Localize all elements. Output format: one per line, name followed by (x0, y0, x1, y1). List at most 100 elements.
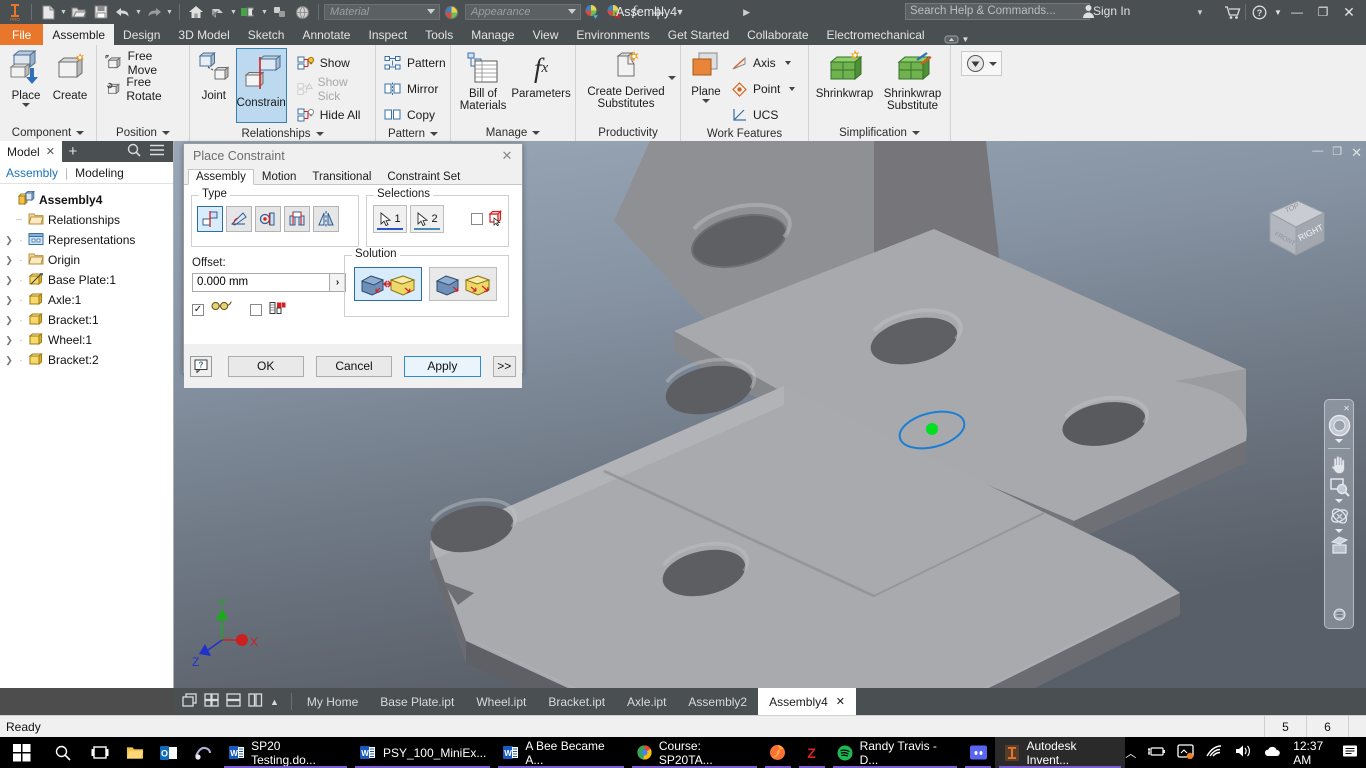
doc-tab-my-home[interactable]: My Home (296, 688, 369, 715)
tangent-constraint-button[interactable] (255, 206, 281, 232)
file-explorer-icon[interactable] (118, 737, 152, 768)
browser-subtab-assembly[interactable]: Assembly (6, 166, 58, 180)
add-qat-icon[interactable]: ＋ (647, 1, 669, 23)
hamburger-menu-icon[interactable] (150, 144, 164, 159)
insert-constraint-button[interactable] (284, 206, 310, 232)
tree-item-relationships[interactable]: ┈ Relationships (0, 210, 173, 230)
tree-expander[interactable]: ❯ (4, 255, 14, 266)
tab-view[interactable]: View (524, 24, 568, 45)
tab-file[interactable]: File (0, 24, 44, 45)
dialog-title-bar[interactable]: Place Constraint ✕ (184, 144, 522, 168)
tab-manage[interactable]: Manage (462, 24, 523, 45)
tree-expander[interactable]: ❯ (4, 235, 14, 246)
dialog-tab-assembly[interactable]: Assembly (188, 169, 254, 185)
place-component-button[interactable]: Place (4, 48, 48, 107)
tab-assemble[interactable]: Assemble (43, 24, 115, 45)
mate-constraint-button[interactable] (197, 206, 223, 232)
undo-dropdown-caret[interactable]: ▼ (134, 1, 143, 23)
qat-overflow-icon[interactable]: ▼ (669, 1, 691, 23)
new-dropdown-caret[interactable]: ▼ (59, 1, 68, 23)
return-dropdown-caret[interactable]: ▼ (229, 1, 238, 23)
panel-label-simplification[interactable]: Simplification (809, 125, 950, 141)
navbar-options-icon[interactable] (1333, 608, 1346, 624)
taskbar-app-spotify[interactable]: Randy Travis - D... (829, 737, 962, 768)
chevron-down-icon[interactable] (702, 99, 710, 103)
expand-up-icon[interactable]: ▲ (270, 697, 279, 707)
tab-sketch[interactable]: Sketch (239, 24, 294, 45)
tile-vertical-icon[interactable] (248, 693, 263, 710)
place-constraint-dialog[interactable]: Place Constraint ✕ Assembly Motion Trans… (183, 143, 523, 388)
pan-hand-icon[interactable] (1326, 453, 1352, 475)
tab-electromechanical[interactable]: Electromechanical (818, 24, 934, 45)
free-rotate-button[interactable]: Free Rotate (101, 75, 185, 103)
joint-button[interactable]: Joint (194, 48, 234, 102)
onenote-icon[interactable] (186, 737, 220, 768)
show-preview-checkbox[interactable]: ✓ (192, 303, 204, 316)
shrinkwrap-button[interactable]: Shrinkwrap (813, 48, 876, 100)
tree-expander[interactable]: ❯ (4, 355, 14, 366)
notification-icon[interactable] (1342, 744, 1358, 762)
doc-tab-assembly4[interactable]: Assembly4 ✕ (758, 688, 856, 715)
clock-time[interactable]: 12:37 AM (1293, 739, 1331, 767)
tile-grid-icon[interactable] (204, 693, 219, 710)
orbit-icon[interactable] (1326, 505, 1352, 527)
panel-label-productivity[interactable]: Productivity (576, 125, 680, 141)
chevron-down-icon[interactable] (668, 76, 676, 80)
tree-item-assembly4[interactable]: Assembly4 (0, 190, 173, 210)
redo-icon[interactable] (143, 1, 165, 23)
tab-tools[interactable]: Tools (416, 24, 462, 45)
taskbar-app-psy-100[interactable]: W PSY_100_MiniEx... (351, 737, 494, 768)
point-button[interactable]: Point (727, 77, 799, 101)
mirror-button[interactable]: Mirror (380, 77, 450, 101)
parameters-button[interactable]: fx Parameters (511, 48, 571, 101)
chevron-down-icon[interactable] (1335, 499, 1343, 503)
clear-appearance-icon[interactable] (603, 1, 625, 23)
doc-close-button[interactable]: ✕ (1351, 145, 1362, 161)
adjust-appearance-icon[interactable] (581, 1, 603, 23)
select-icon[interactable] (269, 1, 291, 23)
minimize-button[interactable]: — (1284, 0, 1310, 24)
redo-dropdown-caret[interactable]: ▼ (165, 1, 174, 23)
undo-icon[interactable] (112, 1, 134, 23)
return-icon[interactable] (207, 1, 229, 23)
ribbon-display-options[interactable]: ▼ (944, 34, 969, 45)
look-at-icon[interactable] (1326, 535, 1352, 556)
free-move-button[interactable]: Free Move (101, 49, 185, 77)
doc-tab-assembly2[interactable]: Assembly2 (677, 688, 758, 715)
bill-of-materials-button[interactable]: Bill of Materials (455, 48, 511, 112)
constrain-button[interactable]: Constrain (235, 48, 287, 123)
material-combo[interactable]: Material (324, 4, 440, 20)
symmetry-constraint-button[interactable] (313, 206, 339, 232)
doc-tab-wheel[interactable]: Wheel.ipt (465, 688, 537, 715)
create-component-button[interactable]: Create (48, 48, 92, 102)
selection-1-button[interactable]: 1 (373, 205, 407, 233)
update-dropdown-caret[interactable]: ▼ (260, 1, 269, 23)
selection-2-button[interactable]: 2 (410, 205, 444, 233)
cart-icon[interactable] (1219, 0, 1245, 24)
display-icon[interactable] (1177, 743, 1194, 762)
show-relationships-button[interactable]: Show (293, 51, 371, 75)
browser-tab-model[interactable]: Model ✕ (0, 141, 62, 162)
tab-get-started[interactable]: Get Started (659, 24, 738, 45)
tree-item-origin[interactable]: ❯ · Origin (0, 250, 173, 270)
chevron-down-icon[interactable] (789, 87, 796, 91)
zoom-window-icon[interactable] (1326, 476, 1352, 497)
pick-part-first-icon[interactable] (488, 209, 504, 229)
pattern-button[interactable]: Pattern (380, 51, 450, 75)
taskbar-app-course-sp20ta[interactable]: Course: SP20TA... (628, 737, 761, 768)
appearance-globe-icon[interactable] (291, 1, 313, 23)
tab-inspect[interactable]: Inspect (359, 24, 416, 45)
tree-expander[interactable]: ❯ (4, 275, 14, 286)
panel-label-component[interactable]: Component (0, 125, 96, 141)
solution-mate-button[interactable] (354, 267, 422, 301)
help-button[interactable]: ? (190, 355, 212, 377)
doc-restore-button[interactable]: ❐ (1332, 145, 1342, 161)
pick-part-first-checkbox[interactable] (471, 213, 483, 225)
signin-button[interactable]: Sign In (1093, 4, 1130, 18)
help-dropdown-caret[interactable]: ▼ (1272, 0, 1284, 24)
tab-environments[interactable]: Environments (567, 24, 658, 45)
task-view-icon[interactable] (81, 737, 118, 768)
panel-label-pattern[interactable]: Pattern (376, 127, 450, 141)
new-icon[interactable] (37, 1, 59, 23)
windows-start-icon[interactable] (0, 737, 44, 768)
